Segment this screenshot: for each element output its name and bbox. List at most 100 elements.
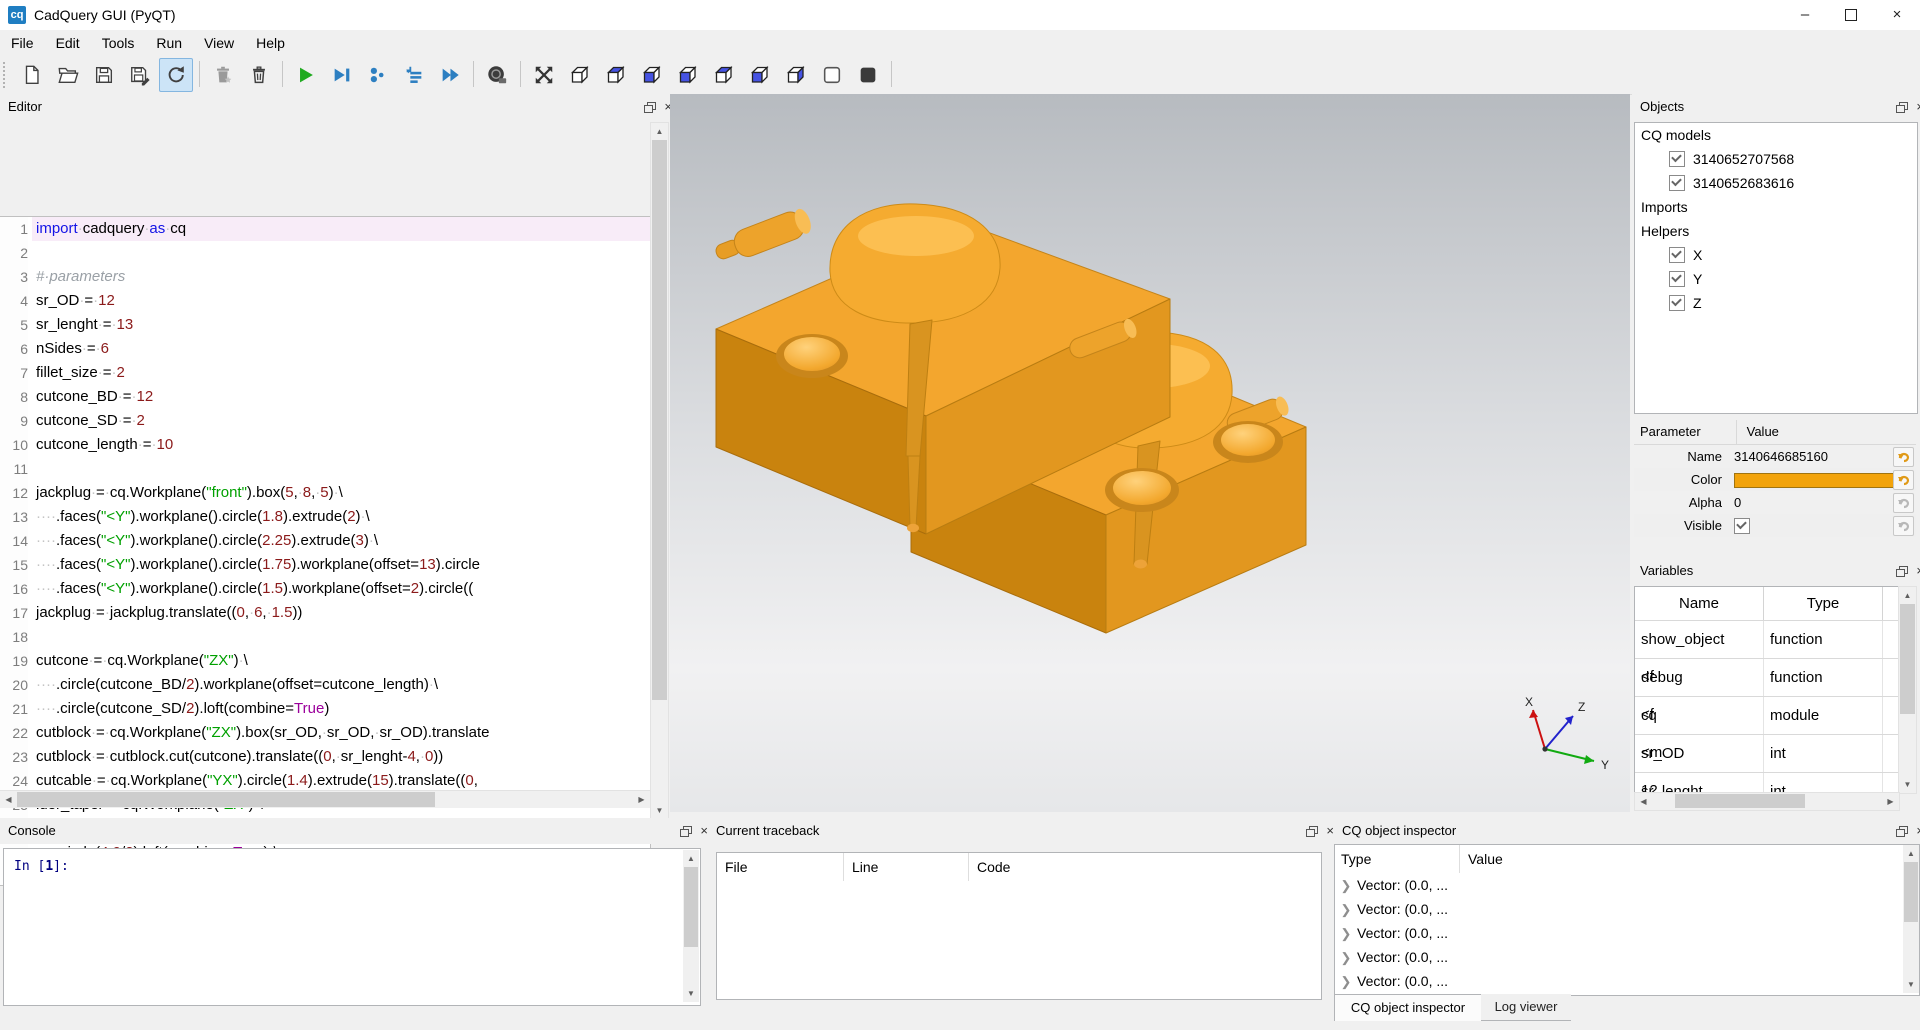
debug-button[interactable] (325, 58, 359, 92)
variable-row[interactable]: show_objectfunction<f (1635, 620, 1899, 658)
tab-log-viewer[interactable]: Log viewer (1481, 994, 1571, 1021)
expand-chevron-icon[interactable]: ❯ (1335, 970, 1357, 994)
inspector-row[interactable]: ❯Vector: (0.0, ... (1335, 921, 1919, 945)
menu-file[interactable]: File (0, 30, 45, 56)
viewport-3d[interactable]: X Z Y (670, 94, 1630, 812)
close-button[interactable]: × (1874, 0, 1920, 30)
inspector-row[interactable]: ❯Vector: (0.0, ... (1335, 873, 1919, 897)
continue-button[interactable] (433, 58, 467, 92)
step-stack-button[interactable] (397, 58, 431, 92)
scroll-down-arrow[interactable]: ▼ (651, 802, 668, 819)
scroll-up-arrow[interactable]: ▲ (1899, 587, 1916, 604)
close-panel-icon[interactable]: × (1916, 94, 1920, 120)
helper-checkbox[interactable] (1669, 247, 1685, 263)
scroll-right-arrow[interactable]: ▶ (633, 791, 650, 808)
new-file-button[interactable] (15, 58, 49, 92)
screenshot-button[interactable] (480, 58, 514, 92)
scroll-up-arrow[interactable]: ▲ (1903, 845, 1919, 862)
float-panel-icon[interactable] (1896, 566, 1908, 577)
menu-edit[interactable]: Edit (45, 30, 91, 56)
editor-vscrollbar[interactable]: ▲ ▼ (650, 122, 669, 820)
render-run-button[interactable] (289, 58, 323, 92)
reset-property-button[interactable] (1893, 470, 1914, 490)
float-panel-icon[interactable] (1896, 826, 1908, 837)
scroll-down-arrow[interactable]: ▼ (1899, 776, 1916, 793)
save-button[interactable] (87, 58, 121, 92)
variable-row[interactable]: sr_lenghtint13 (1635, 772, 1899, 794)
wireframe-mode-button[interactable] (815, 58, 849, 92)
console-output[interactable]: In [1]: ▲ ▼ (3, 848, 701, 1006)
menu-help[interactable]: Help (245, 30, 296, 56)
code-editor[interactable]: 1import·cadquery·as·cq23#·parameters4sr_… (0, 216, 651, 886)
close-panel-icon[interactable]: × (700, 818, 708, 844)
minimize-button[interactable]: – (1782, 0, 1828, 30)
toolbar-drag-handle[interactable] (3, 62, 10, 88)
inspector-row[interactable]: ❯Vector: (0.0, ... (1335, 945, 1919, 969)
reload-button[interactable] (159, 58, 193, 92)
view-iso-button[interactable] (563, 58, 597, 92)
expand-chevron-icon[interactable]: ❯ (1335, 922, 1357, 946)
scroll-left-arrow[interactable]: ◀ (0, 791, 17, 808)
variable-row[interactable]: sr_ODint12 (1635, 734, 1899, 772)
scroll-right-arrow[interactable]: ▶ (1882, 793, 1899, 810)
expand-chevron-icon[interactable]: ❯ (1335, 946, 1357, 970)
helper-checkbox[interactable] (1669, 295, 1685, 311)
maximize-button[interactable] (1828, 0, 1874, 30)
visible-checkbox[interactable] (1734, 518, 1750, 534)
float-panel-icon[interactable] (644, 102, 656, 113)
close-panel-icon[interactable]: × (1916, 818, 1920, 844)
close-panel-icon[interactable]: × (1326, 818, 1334, 844)
scroll-up-arrow[interactable]: ▲ (683, 850, 699, 867)
reset-property-button[interactable] (1893, 516, 1914, 536)
tab-cq-object-inspector[interactable]: CQ object inspector (1334, 994, 1482, 1021)
menu-tools[interactable]: Tools (91, 30, 146, 56)
variables-hscrollbar[interactable]: ◀ ▶ (1634, 792, 1900, 811)
shaded-mode-button[interactable] (851, 58, 885, 92)
fit-view-button[interactable] (527, 58, 561, 92)
scroll-down-arrow[interactable]: ▼ (1903, 976, 1919, 993)
toggle-breakpoints-button[interactable] (361, 58, 395, 92)
view-bottom-button[interactable] (635, 58, 669, 92)
view-top-button[interactable] (599, 58, 633, 92)
view-back-button[interactable] (707, 58, 741, 92)
model-checkbox[interactable] (1669, 175, 1685, 191)
menu-run[interactable]: Run (145, 30, 193, 56)
scroll-up-arrow[interactable]: ▲ (651, 123, 668, 140)
view-left-button[interactable] (743, 58, 777, 92)
tree-group-cq-models[interactable]: CQ models (1635, 123, 1917, 147)
save-as-button[interactable] (123, 58, 157, 92)
variable-row[interactable]: cqmodule<m (1635, 696, 1899, 734)
tree-item-helper-z[interactable]: Z (1635, 291, 1917, 315)
variable-row[interactable]: debugfunction<f (1635, 658, 1899, 696)
console-vscrollbar[interactable]: ▲ ▼ (683, 850, 699, 1002)
helper-checkbox[interactable] (1669, 271, 1685, 287)
editor-hscrollbar[interactable]: ◀ ▶ (0, 790, 650, 808)
scroll-left-arrow[interactable]: ◀ (1635, 793, 1652, 810)
expand-chevron-icon[interactable]: ❯ (1335, 874, 1357, 898)
tree-group-helpers[interactable]: Helpers (1635, 219, 1917, 243)
tree-item-helper-y[interactable]: Y (1635, 267, 1917, 291)
menu-view[interactable]: View (193, 30, 245, 56)
open-file-button[interactable] (51, 58, 85, 92)
tree-item-helper-x[interactable]: X (1635, 243, 1917, 267)
view-front-button[interactable] (671, 58, 705, 92)
view-right-button[interactable] (779, 58, 813, 92)
delete-button[interactable] (242, 58, 276, 92)
float-panel-icon[interactable] (1896, 102, 1908, 113)
delete-clean-button[interactable] (206, 58, 240, 92)
inspector-row[interactable]: ❯Vector: (0.0, ... (1335, 897, 1919, 921)
tree-item-model[interactable]: 3140652707568 (1635, 147, 1917, 171)
inspector-row[interactable]: ❯Vector: (0.0, ... (1335, 969, 1919, 993)
tree-item-model[interactable]: 3140652683616 (1635, 171, 1917, 195)
close-panel-icon[interactable]: × (1916, 558, 1920, 584)
float-panel-icon[interactable] (680, 826, 692, 837)
expand-chevron-icon[interactable]: ❯ (1335, 898, 1357, 922)
float-panel-icon[interactable] (1306, 826, 1318, 837)
tree-group-imports[interactable]: Imports (1635, 195, 1917, 219)
reset-property-button[interactable] (1893, 493, 1914, 513)
color-swatch[interactable] (1734, 473, 1896, 488)
reset-property-button[interactable] (1893, 447, 1914, 467)
inspector-vscrollbar[interactable]: ▲ ▼ (1903, 845, 1919, 993)
model-checkbox[interactable] (1669, 151, 1685, 167)
scroll-down-arrow[interactable]: ▼ (683, 985, 699, 1002)
